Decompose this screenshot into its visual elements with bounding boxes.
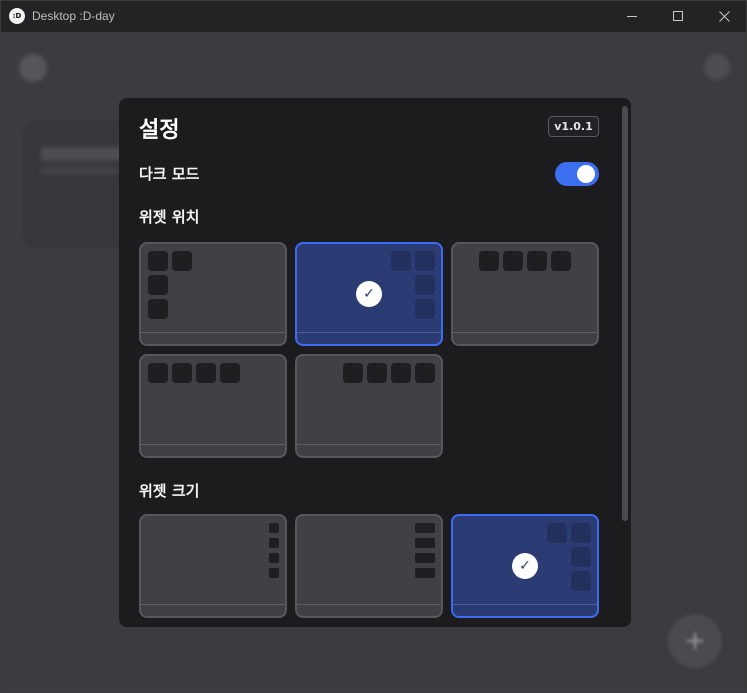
- widget-slot: [415, 553, 435, 563]
- widget-slot: [172, 251, 192, 271]
- widget-slot: [391, 251, 411, 271]
- toggle-knob: [577, 165, 595, 183]
- version-badge: v1.0.1: [548, 116, 599, 137]
- window-title: Desktop :D-day: [32, 9, 115, 23]
- minimize-icon: [626, 16, 637, 17]
- widget-position-label: 위젯 위치: [139, 208, 200, 226]
- widget-slot: [367, 363, 387, 383]
- widget-slot: [269, 523, 279, 533]
- taskbar-line: [297, 332, 441, 344]
- taskbar-line: [453, 604, 597, 616]
- card-title-blur: [41, 147, 127, 161]
- widget-slot: [196, 363, 216, 383]
- widget-slot: [391, 363, 411, 383]
- settings-modal: 설정 v1.0.1 다크 모드 위젯 위치 ✓ 위젯 크기 ✓: [119, 98, 631, 627]
- widget-slot: [571, 547, 591, 567]
- taskbar-line: [141, 332, 285, 344]
- widget-slot: [148, 363, 168, 383]
- dday-card: [23, 121, 133, 247]
- widget-slot: [571, 571, 591, 591]
- widget-slot: [148, 275, 168, 295]
- widget-slot: [415, 363, 435, 383]
- maximize-button[interactable]: [655, 1, 701, 32]
- maximize-icon: [672, 11, 683, 21]
- widget-slot: [415, 299, 435, 319]
- size-option-large[interactable]: ✓: [451, 514, 599, 618]
- widget-slot: [343, 363, 363, 383]
- dark-mode-label: 다크 모드: [139, 165, 200, 183]
- widget-slot: [148, 299, 168, 319]
- app-window: :D Desktop :D-day + 설정 v1.0.1 다크 모드 위젯 위…: [0, 0, 747, 693]
- widget-size-label: 위젯 크기: [139, 482, 200, 500]
- scrollbar-thumb[interactable]: [622, 106, 628, 521]
- widget-slot: [148, 251, 168, 271]
- widget-slot: [269, 553, 279, 563]
- widget-slot: [551, 251, 571, 271]
- widget-slot: [415, 275, 435, 295]
- dark-mode-toggle[interactable]: [555, 162, 599, 186]
- widget-slot: [415, 538, 435, 548]
- close-icon: [718, 11, 730, 22]
- size-option-small[interactable]: [139, 514, 287, 618]
- taskbar-line: [141, 444, 285, 456]
- widget-slot: [527, 251, 547, 271]
- size-option-medium[interactable]: [295, 514, 443, 618]
- widget-slot: [503, 251, 523, 271]
- widget-slot: [269, 538, 279, 548]
- widget-slot: [415, 568, 435, 578]
- position-option-top-right-vertical[interactable]: ✓: [295, 242, 443, 346]
- gear-icon[interactable]: [19, 54, 47, 82]
- taskbar-line: [297, 444, 441, 456]
- app-logo-icon: :D: [9, 8, 25, 24]
- position-option-top-center[interactable]: [451, 242, 599, 346]
- check-icon: ✓: [512, 553, 538, 579]
- widget-slot: [479, 251, 499, 271]
- position-option-top-left-vertical[interactable]: [139, 242, 287, 346]
- widget-slot: [269, 568, 279, 578]
- widget-slot: [172, 363, 192, 383]
- widget-slot: [547, 523, 567, 543]
- widget-slot: [415, 523, 435, 533]
- taskbar-line: [297, 604, 441, 616]
- settings-title: 설정: [139, 118, 180, 143]
- title-bar[interactable]: :D Desktop :D-day: [1, 1, 746, 32]
- check-icon: ✓: [356, 281, 382, 307]
- close-button[interactable]: [701, 1, 747, 32]
- taskbar-line: [141, 604, 285, 616]
- position-option-top-right-horizontal[interactable]: [295, 354, 443, 458]
- card-subtitle-blur: [41, 167, 119, 175]
- gear-icon[interactable]: [704, 54, 730, 80]
- widget-slot: [571, 523, 591, 543]
- widget-slot: [220, 363, 240, 383]
- position-option-top-left-horizontal[interactable]: [139, 354, 287, 458]
- taskbar-line: [453, 332, 597, 344]
- add-button[interactable]: +: [668, 614, 722, 668]
- widget-slot: [415, 251, 435, 271]
- minimize-button[interactable]: [609, 1, 655, 32]
